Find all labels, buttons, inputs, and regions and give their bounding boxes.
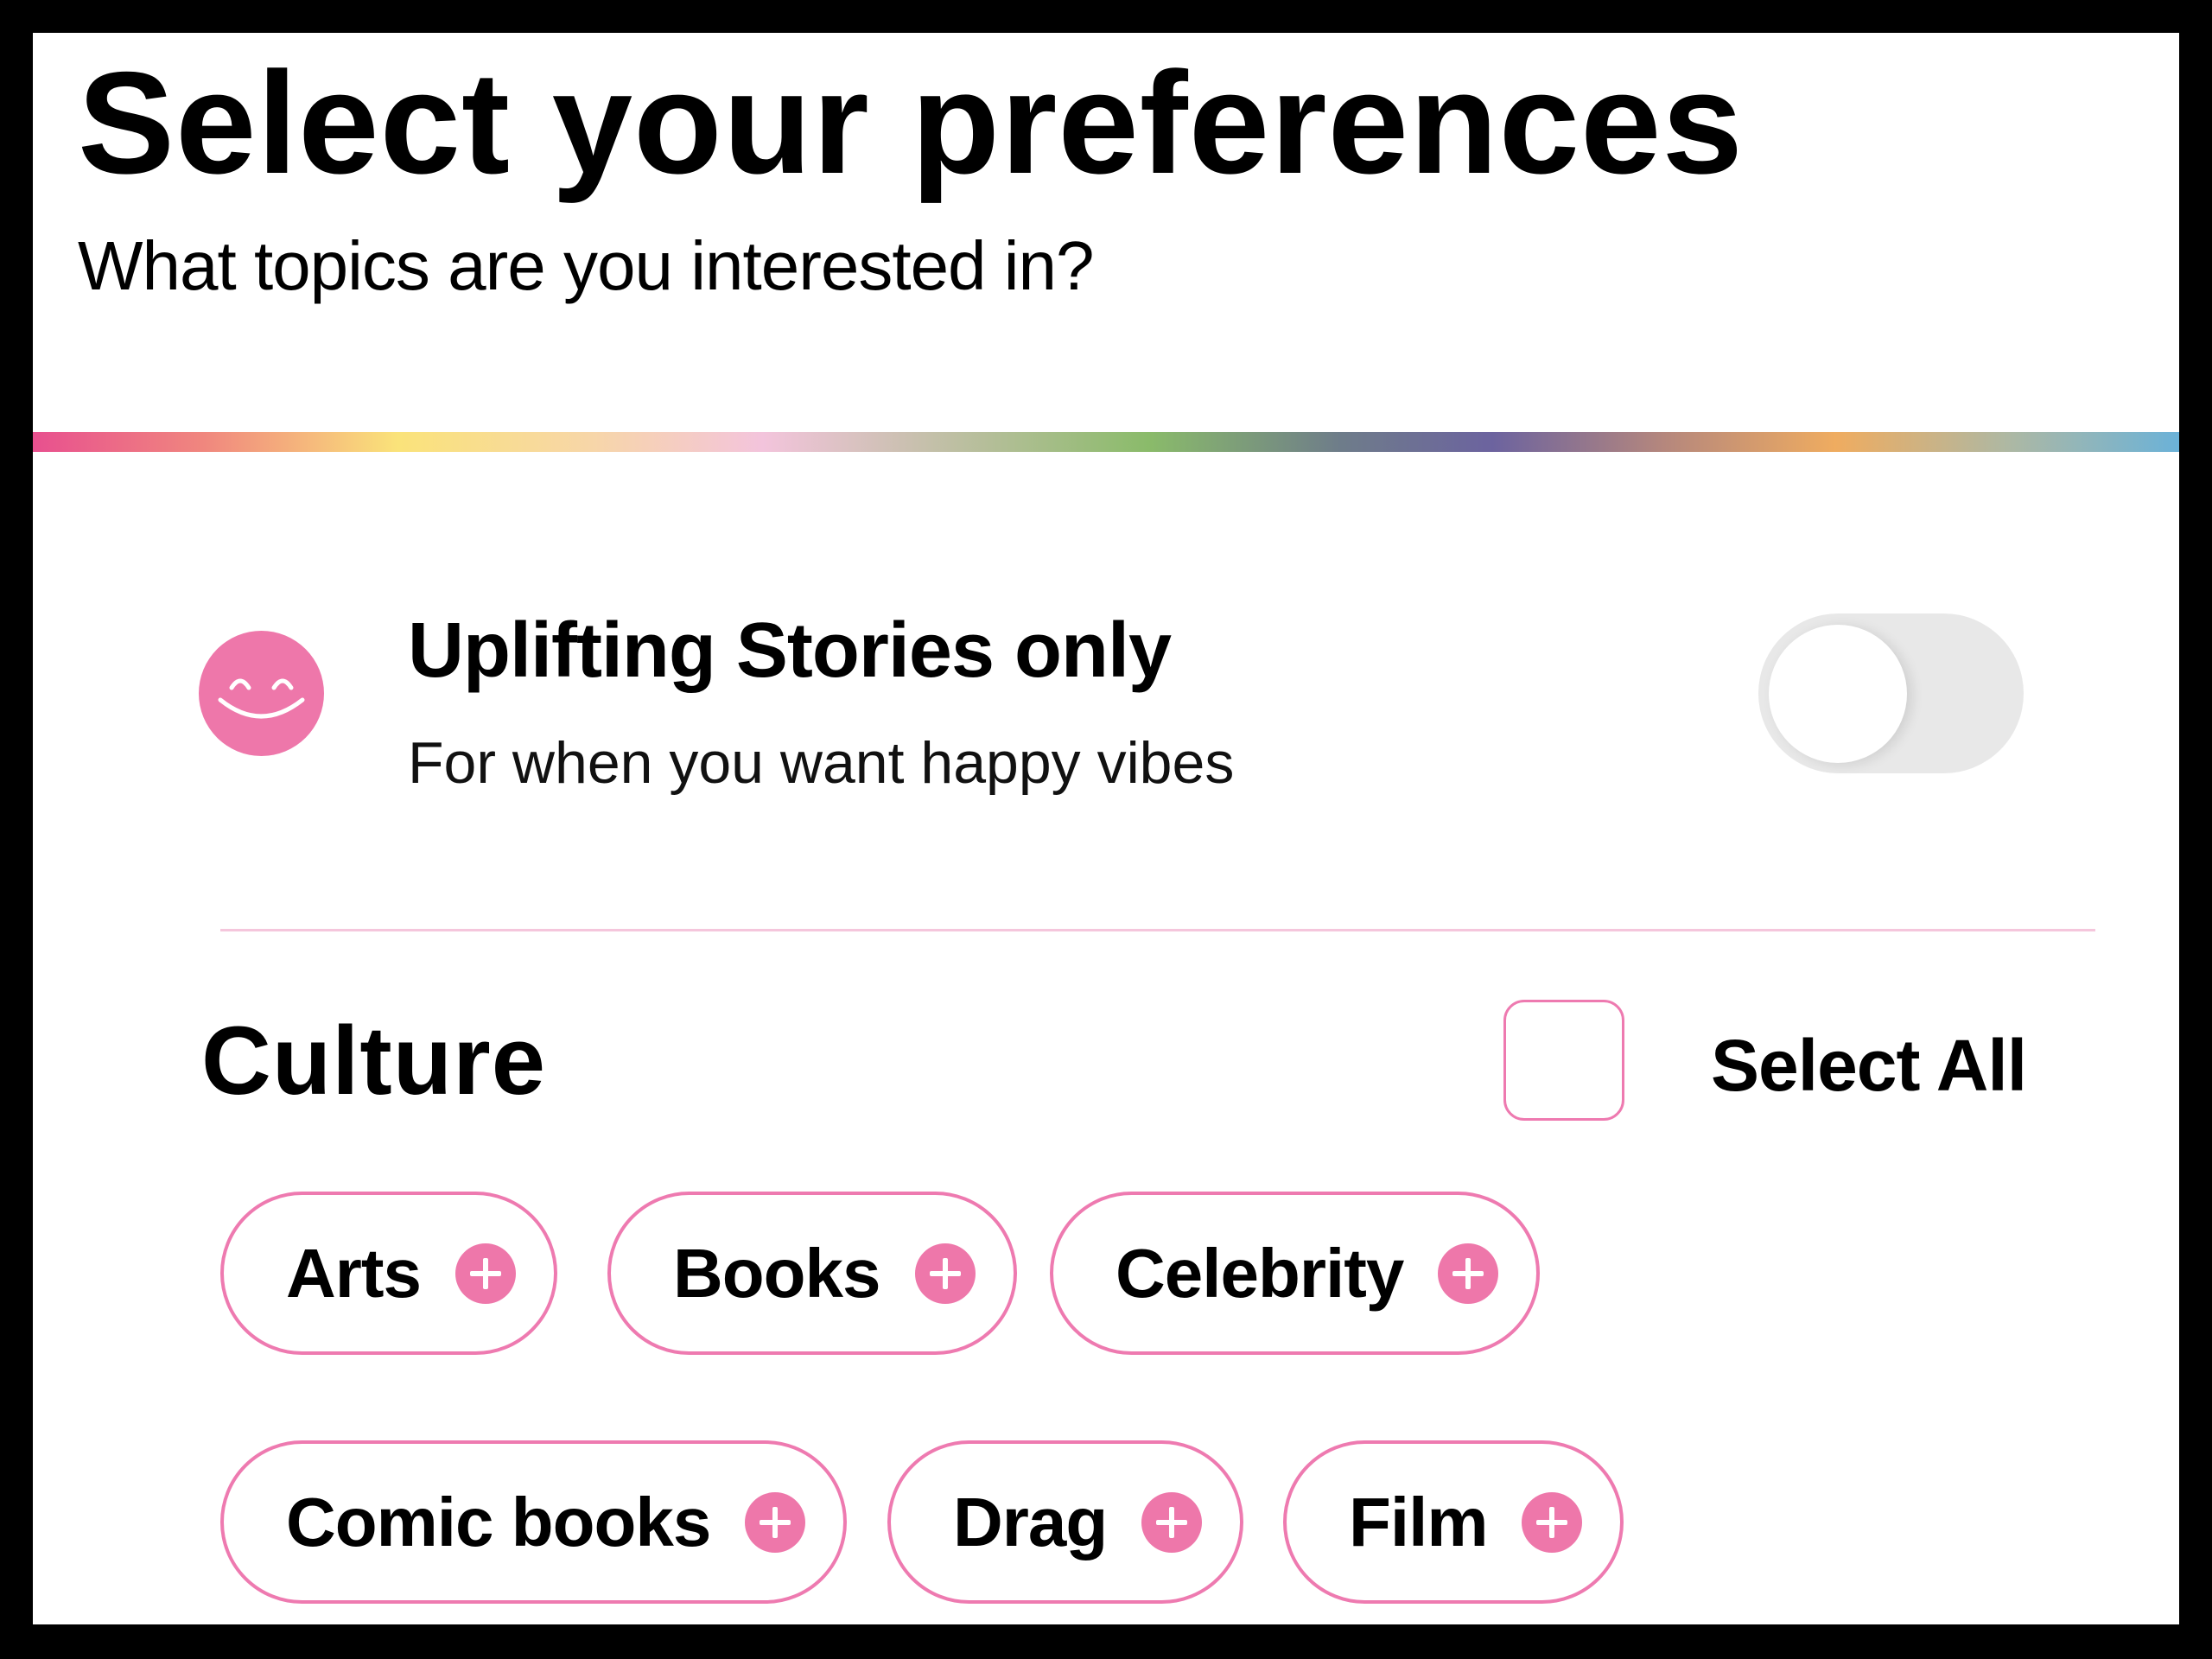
- page-subtitle: What topics are you interested in?: [78, 227, 1095, 304]
- topic-chip-arts[interactable]: Arts: [220, 1192, 558, 1355]
- select-all-label[interactable]: Select All: [1711, 1018, 2027, 1113]
- page-title: Select your preferences: [78, 41, 1744, 204]
- chip-label: Celebrity: [1116, 1234, 1404, 1312]
- chip-label: Drag: [953, 1483, 1108, 1560]
- culture-section-title: Culture: [201, 1007, 546, 1115]
- plus-circle-icon: [455, 1243, 517, 1304]
- uplifting-stories-title: Uplifting Stories only: [408, 607, 1172, 694]
- rainbow-divider-bar: [33, 432, 2179, 452]
- uplifting-stories-subtitle: For when you want happy vibes: [408, 730, 1235, 796]
- section-divider: [220, 929, 2095, 931]
- plus-circle-icon: [1522, 1491, 1583, 1553]
- topic-chip-film[interactable]: Film: [1283, 1440, 1624, 1604]
- toggle-knob: [1769, 625, 1907, 763]
- plus-circle-icon: [745, 1491, 806, 1553]
- chip-label: Arts: [286, 1234, 422, 1312]
- smiley-face-icon: [199, 631, 324, 756]
- preferences-screen: Select your preferences What topics are …: [33, 33, 2179, 1624]
- topic-chip-celebrity[interactable]: Celebrity: [1050, 1192, 1541, 1355]
- plus-circle-icon: [1141, 1491, 1203, 1553]
- topic-chip-comic-books[interactable]: Comic books: [220, 1440, 848, 1604]
- chip-label: Film: [1349, 1483, 1488, 1560]
- plus-circle-icon: [1438, 1243, 1499, 1304]
- select-all-checkbox[interactable]: [1503, 1000, 1624, 1121]
- smiley-face-icon-glyph: [218, 678, 305, 719]
- chip-label: Books: [673, 1234, 880, 1312]
- chip-label: Comic books: [286, 1483, 711, 1560]
- topic-chip-books[interactable]: Books: [607, 1192, 1017, 1355]
- plus-circle-icon: [914, 1243, 976, 1304]
- topic-chip-drag[interactable]: Drag: [887, 1440, 1244, 1604]
- uplifting-stories-toggle[interactable]: [1758, 613, 2024, 773]
